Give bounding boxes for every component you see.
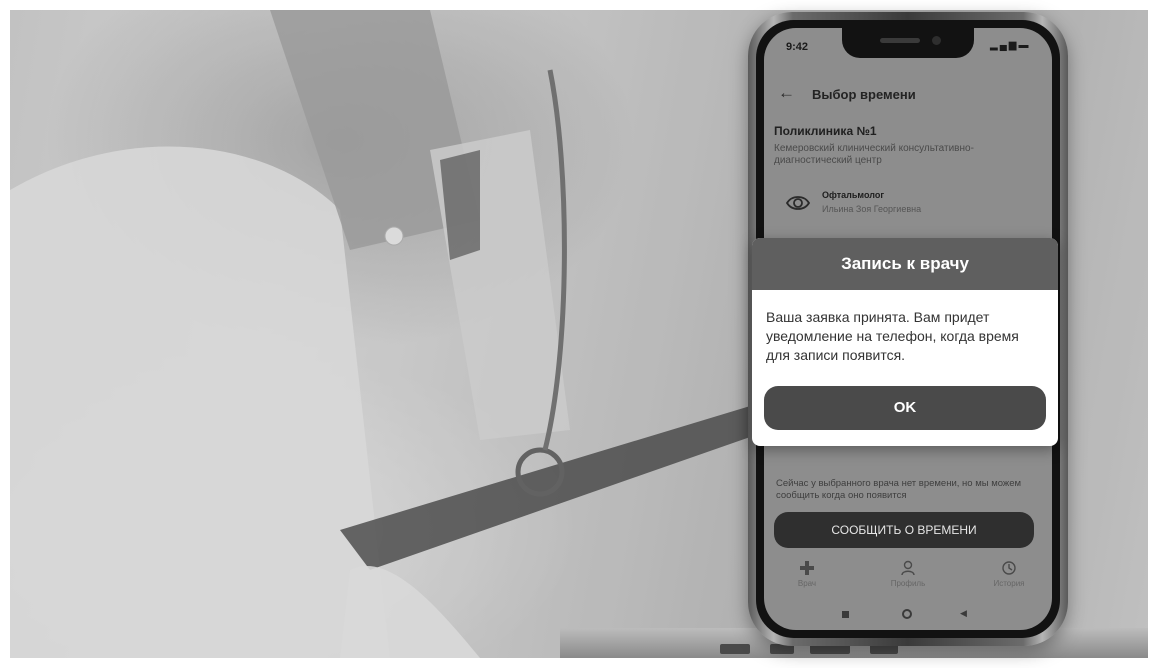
back-arrow-icon[interactable]: ← (778, 84, 796, 102)
status-time: 9:42 (786, 41, 809, 53)
notify-about-time-button[interactable]: СООБЩИТЬ О ВРЕМЕНИ (774, 512, 1034, 548)
bottom-tab-bar: Врач Профиль История (764, 556, 1052, 598)
nav-back-icon[interactable]: ◀ (960, 608, 967, 619)
status-icons: ▂▄▆▬ (990, 40, 1030, 51)
doctor-name: Ильина Зоя Георгиевна (822, 204, 922, 214)
phone-notch (842, 28, 974, 58)
clinic-description: Кемеровский клинический консультативно-д… (774, 143, 974, 166)
front-camera (932, 36, 941, 45)
speaker-grille (880, 38, 920, 43)
recent-apps-icon[interactable] (842, 611, 849, 618)
ok-button[interactable]: OK (764, 386, 1046, 430)
tab-profile[interactable]: Профиль (873, 560, 943, 596)
eye-icon (786, 196, 810, 210)
tab-label: Профиль (890, 579, 926, 588)
tab-history[interactable]: История (974, 560, 1044, 596)
tab-label: Врач (797, 579, 817, 588)
doctor-specialty: Офтальмолог (822, 190, 885, 200)
history-icon (1002, 561, 1016, 575)
clinic-name: Поликлиника №1 (774, 124, 877, 138)
laptop-port (720, 644, 750, 654)
person-icon (901, 560, 915, 576)
tab-label: История (993, 579, 1025, 588)
app-bar: ← Выбор времени (764, 72, 1052, 116)
signal-icon: ▂▄▆ (990, 40, 1019, 51)
dialog-header: Запись к врачу (752, 238, 1058, 290)
dialog-title: Запись к врачу (841, 254, 969, 273)
battery-icon: ▬ (1018, 40, 1031, 51)
tab-doctor[interactable]: Врач (772, 560, 842, 596)
screenshot-frame: 9:42 ▂▄▆▬ ← Выбор времени Поликлиника №1… (0, 0, 1158, 668)
doctor-card[interactable]: Офтальмолог Ильина Зоя Георгиевна (774, 180, 1042, 226)
no-time-notice: Сейчас у выбранного врача нет времени, н… (776, 478, 1022, 501)
home-icon[interactable] (902, 609, 912, 619)
page-title: Выбор времени (812, 87, 916, 102)
dialog-message: Ваша заявка принята. Вам придет уведомле… (766, 309, 1019, 363)
system-nav-bar: ◀ (764, 602, 1052, 630)
plus-icon (800, 561, 814, 575)
appointment-dialog: Запись к врачу Ваша заявка принята. Вам … (752, 238, 1058, 446)
